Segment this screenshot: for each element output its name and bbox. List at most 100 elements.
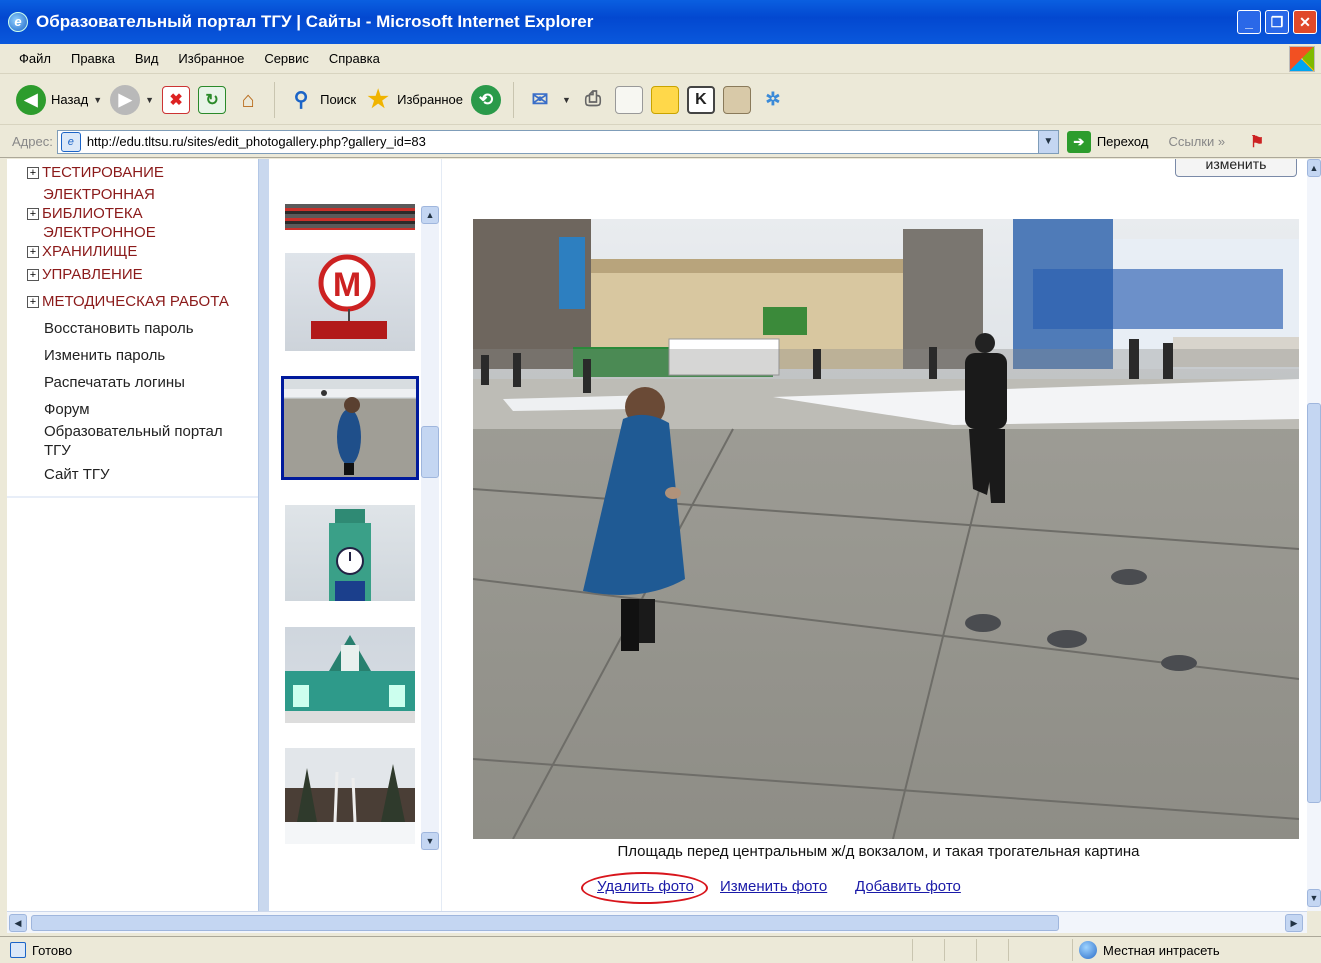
home-icon[interactable]: ⌂ [234, 86, 262, 114]
thumbnail-scrollbar[interactable]: ▲ ▼ [421, 206, 439, 850]
change-button[interactable]: изменить [1175, 159, 1297, 177]
sidebar-link-print-logins[interactable]: Распечатать логины [44, 373, 185, 392]
expand-icon[interactable]: + [27, 269, 39, 281]
sidebar-link-tgu-site[interactable]: Сайт ТГУ [44, 465, 110, 484]
menu-edit[interactable]: Правка [71, 51, 115, 66]
address-bar: Адрес: e http://edu.tltsu.ru/sites/edit_… [0, 126, 1321, 158]
status-bar: Готово Местная интрасеть [0, 936, 1321, 963]
print-icon[interactable]: ⎙ [579, 86, 607, 114]
mail-dropdown-icon[interactable]: ▼ [562, 95, 571, 105]
search-label: Поиск [320, 92, 357, 107]
forward-dropdown-icon[interactable]: ▼ [145, 95, 154, 105]
thumbnail-clock-tower[interactable] [285, 505, 415, 601]
menu-view[interactable]: Вид [135, 51, 159, 66]
woman-thumbnail-image [284, 389, 416, 475]
sidebar-section-testing[interactable]: + ТЕСТИРОВАНИЕ [27, 163, 164, 182]
sidebar-section-methodical[interactable]: + МЕТОДИЧЕСКАЯ РАБОТА [27, 292, 229, 311]
sidebar-link-forum[interactable]: Форум [44, 400, 90, 419]
highlight-oval [581, 872, 708, 904]
links-button[interactable]: Ссылки » [1168, 134, 1225, 149]
sidebar-link-portal[interactable]: Образовательный портал ТГУ [44, 422, 223, 460]
intranet-globe-icon [1079, 941, 1097, 959]
thumbnail-selected[interactable] [281, 376, 419, 480]
scroll-thumb[interactable] [421, 426, 439, 478]
thumbnail-sign[interactable] [285, 204, 415, 230]
favorites-label: Избранное [397, 92, 464, 107]
frame-splitter[interactable] [258, 159, 269, 911]
media-icon[interactable] [722, 85, 751, 114]
scroll-up-icon[interactable]: ▲ [1307, 159, 1321, 177]
sidebar-link-change-password[interactable]: Изменить пароль [44, 346, 165, 365]
thumbnail-metro[interactable]: M [285, 253, 415, 351]
back-label: Назад [51, 92, 89, 107]
scroll-down-icon[interactable]: ▼ [1307, 889, 1321, 907]
clock-tower-image [329, 509, 371, 601]
page-horizontal-scrollbar[interactable]: ◀ ▶ [7, 911, 1307, 933]
k-icon[interactable]: K [686, 85, 715, 114]
thumbnail-forest[interactable] [285, 748, 415, 844]
go-button[interactable]: ➔ Переход [1066, 130, 1149, 153]
history-icon[interactable]: ⟲ [471, 84, 502, 115]
main-photo [473, 219, 1299, 839]
minimize-button[interactable]: _ [1237, 10, 1261, 34]
messenger-icon[interactable]: ✲ [759, 86, 787, 114]
frame-splitter-2 [441, 159, 450, 911]
favorites-button[interactable]: ★ Избранное [364, 86, 463, 114]
thumbnail-strip: M ▲ ▼ [269, 159, 441, 911]
edit-page-icon[interactable] [614, 85, 643, 114]
menu-favorites[interactable]: Избранное [178, 51, 244, 66]
sidebar-section-management[interactable]: + УПРАВЛЕНИЕ [27, 265, 143, 284]
svg-text:M: M [333, 266, 361, 304]
title-bar: e Образовательный портал ТГУ | Сайты - M… [0, 0, 1321, 44]
go-label: Переход [1096, 134, 1149, 149]
ie-logo-icon: e [8, 12, 28, 32]
back-button[interactable]: ◀ Назад ▼ [16, 84, 102, 115]
maximize-button[interactable]: ❐ [1265, 10, 1289, 34]
add-photo-link[interactable]: Добавить фото [855, 878, 961, 895]
page-vertical-scrollbar[interactable]: ▲ ▼ [1307, 159, 1321, 911]
expand-icon[interactable]: + [27, 296, 39, 308]
square-with-pigeons-photo [473, 219, 1299, 839]
forward-button[interactable]: ▶ ▼ [110, 84, 154, 115]
expand-icon[interactable]: + [27, 246, 39, 258]
menu-help[interactable]: Справка [329, 51, 380, 66]
sidebar-link-restore-password[interactable]: Восстановить пароль [44, 319, 194, 338]
stop-icon[interactable]: ✖ [162, 85, 191, 114]
thumbnail-station[interactable] [285, 627, 415, 723]
photo-caption: Площадь перед центральным ж/д вокзалом, … [617, 843, 1140, 860]
scroll-right-icon[interactable]: ▶ [1285, 914, 1303, 932]
back-dropdown-icon[interactable]: ▼ [93, 95, 102, 105]
back-arrow-icon: ◀ [16, 84, 46, 115]
menu-file[interactable]: Файл [19, 51, 51, 66]
address-label: Адрес: [12, 134, 53, 149]
scroll-down-icon[interactable]: ▼ [421, 832, 439, 850]
status-text: Готово [32, 942, 73, 958]
close-button[interactable]: ✕ [1293, 10, 1317, 34]
scroll-up-icon[interactable]: ▲ [421, 206, 439, 224]
star-icon: ★ [367, 86, 389, 113]
scroll-thumb[interactable] [31, 915, 1059, 931]
search-button[interactable]: ⚲ Поиск [287, 86, 356, 114]
sidebar-section-library[interactable]: ЭЛЕКТРОННАЯ + БИБЛИОТЕКА [27, 185, 155, 223]
address-input[interactable]: e http://edu.tltsu.ru/sites/edit_photoga… [56, 129, 1059, 154]
refresh-icon[interactable]: ↻ [198, 85, 227, 114]
scroll-thumb[interactable] [1307, 403, 1321, 803]
page-status-icon [10, 942, 26, 958]
winter-forest-image [285, 764, 415, 844]
mail-icon[interactable]: ✉ [526, 86, 554, 114]
sidebar-section-storage[interactable]: ЭЛЕКТРОННОЕ + ХРАНИЛИЩЕ [27, 223, 156, 261]
page-icon: e [60, 131, 81, 152]
menu-tools[interactable]: Сервис [264, 51, 309, 66]
station-building-image [285, 635, 415, 723]
address-dropdown-icon[interactable]: ▼ [1037, 130, 1058, 153]
expand-icon[interactable]: + [27, 208, 39, 220]
expand-icon[interactable]: + [27, 167, 39, 179]
scroll-left-icon[interactable]: ◀ [9, 914, 27, 932]
extension-icon[interactable]: ⚑ [1243, 128, 1271, 156]
edit-photo-link[interactable]: Изменить фото [720, 878, 827, 895]
notes-icon[interactable] [650, 85, 679, 114]
search-icon: ⚲ [293, 89, 309, 111]
windows-logo-icon [1289, 46, 1315, 72]
forward-arrow-icon: ▶ [110, 84, 141, 115]
address-url: http://edu.tltsu.ru/sites/edit_photogall… [86, 134, 426, 149]
